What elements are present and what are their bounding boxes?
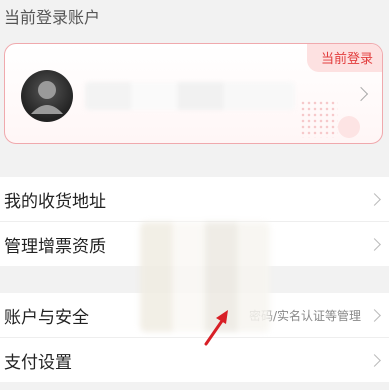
current-login-badge: 当前登录 [306,44,382,72]
avatar [21,70,73,122]
menu-item-payment-settings[interactable]: 支付设置 [0,338,389,382]
menu-item-address[interactable]: 我的收货地址 [0,177,389,222]
menu-item-label: 我的收货地址 [4,191,106,212]
decorative-circle [338,116,360,138]
section-title: 当前登录账户 [4,8,101,27]
chevron-right-icon [368,353,381,367]
annotation-arrow-icon [204,310,228,346]
chevron-right-icon [368,237,381,251]
account-name-redacted [85,82,295,110]
menu-item-label: 账户与安全 [4,307,89,328]
decorative-dots [300,100,338,138]
chevron-right-icon [368,308,381,322]
user-avatar-icon [31,81,63,114]
menu-item-label: 支付设置 [4,352,72,373]
chevron-right-icon [353,86,369,102]
current-account-card[interactable]: 当前登录 [4,43,383,144]
chevron-right-icon [368,192,381,206]
menu-item-label: 管理增票资质 [4,236,106,257]
